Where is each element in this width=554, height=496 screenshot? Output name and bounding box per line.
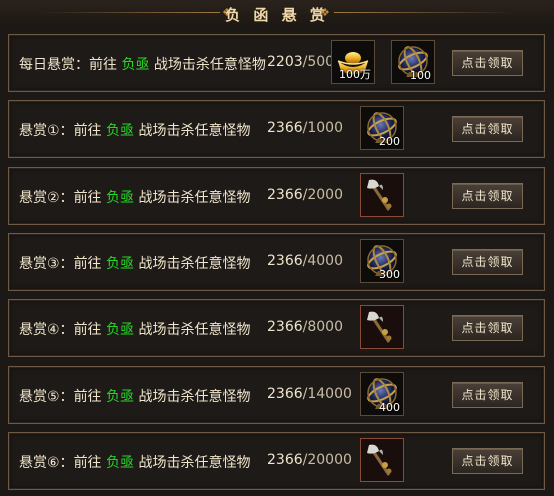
progress-current: 2366 — [267, 386, 303, 402]
task-go: 前往 — [73, 455, 102, 471]
task-prefix: 悬赏①： — [19, 123, 74, 139]
bounty-row: 悬赏⑥：前往 负亟 战场击杀任意怪物 2366/20000 点击领取 — [8, 432, 545, 490]
title-bar: ❖ 负 函 悬 赏 ❖ — [0, 0, 554, 26]
reward-count: 100万 — [339, 68, 371, 81]
task-prefix: 每日悬赏： — [19, 57, 89, 73]
task-location-link[interactable]: 负亟 — [106, 455, 134, 471]
panel-title: 负 函 悬 赏 — [225, 6, 329, 24]
task-location-link[interactable]: 负亟 — [106, 123, 134, 139]
bounty-row: 悬赏①：前往 负亟 战场击杀任意怪物 2366/1000 200 点击领取 — [8, 100, 545, 158]
task-progress: 2366/20000 — [267, 452, 352, 468]
reward-slot[interactable]: 300 — [360, 239, 404, 283]
task-go: 前往 — [89, 57, 117, 73]
bounty-row: 悬赏②：前往 负亟 战场击杀任意怪物 2366/2000 点击领取 — [8, 167, 545, 225]
task-location-link[interactable]: 负亟 — [106, 322, 134, 338]
task-go: 前往 — [73, 123, 102, 139]
reward-slot[interactable]: 200 — [360, 106, 404, 150]
task-progress: 2366/8000 — [267, 319, 343, 335]
progress-current: 2366 — [267, 319, 303, 335]
progress-target: 20000 — [307, 452, 352, 468]
task-description: 悬赏①：前往 负亟 战场击杀任意怪物 — [19, 120, 250, 140]
bounty-row: 悬赏⑤：前往 负亟 战场击杀任意怪物 2366/14000 400 点击领取 — [8, 366, 545, 424]
task-progress: 2366/4000 — [267, 253, 343, 269]
task-progress: 2366/14000 — [267, 386, 352, 402]
bounty-row: 悬赏④：前往 负亟 战场击杀任意怪物 2366/8000 点击领取 — [8, 299, 545, 357]
task-suffix: 战场击杀任意怪物 — [138, 455, 251, 471]
task-go: 前往 — [73, 389, 102, 405]
task-progress: 2366/1000 — [267, 120, 343, 136]
progress-current: 2366 — [267, 120, 303, 136]
task-suffix: 战场击杀任意怪物 — [138, 322, 251, 338]
progress-current: 2366 — [267, 452, 303, 468]
reward-slot[interactable] — [360, 438, 404, 482]
task-suffix: 战场击杀任意怪物 — [138, 190, 251, 206]
bounty-row: 悬赏③：前往 负亟 战场击杀任意怪物 2366/4000 300 点击领取 — [8, 233, 545, 291]
task-progress: 2203/500 — [267, 54, 335, 70]
task-description: 悬赏⑥：前往 负亟 战场击杀任意怪物 — [19, 452, 250, 472]
task-description: 悬赏②：前往 负亟 战场击杀任意怪物 — [19, 187, 250, 207]
task-go: 前往 — [73, 322, 102, 338]
task-location-link[interactable]: 负亟 — [121, 57, 149, 73]
reward-slot[interactable]: 400 — [360, 372, 404, 416]
title-divider-right — [334, 12, 514, 13]
task-location-link[interactable]: 负亟 — [106, 190, 134, 206]
task-prefix: 悬赏③： — [19, 256, 74, 272]
progress-target: 1000 — [307, 120, 343, 136]
claim-button[interactable]: 点击领取 — [452, 50, 523, 76]
bounty-panel: ❖ 负 函 悬 赏 ❖ 每日悬赏：前往 负亟 战场击杀任意怪物 2203/500 1… — [0, 0, 554, 496]
task-suffix: 战场击杀任意怪物 — [138, 256, 251, 272]
reward-slot[interactable]: 100 — [391, 40, 435, 84]
task-prefix: 悬赏⑤： — [19, 389, 74, 405]
reward-slot[interactable]: 100万 — [331, 40, 375, 84]
reward-slot[interactable] — [360, 305, 404, 349]
progress-current: 2366 — [267, 253, 303, 269]
reward-slot[interactable] — [360, 173, 404, 217]
task-description: 悬赏③：前往 负亟 战场击杀任意怪物 — [19, 253, 250, 273]
task-go: 前往 — [73, 256, 102, 272]
progress-current: 2366 — [267, 187, 303, 203]
progress-target: 2000 — [307, 187, 343, 203]
task-description: 每日悬赏：前往 负亟 战场击杀任意怪物 — [19, 54, 266, 74]
task-prefix: 悬赏④： — [19, 322, 74, 338]
task-prefix: 悬赏②： — [19, 190, 74, 206]
task-description: 悬赏⑤：前往 负亟 战场击杀任意怪物 — [19, 386, 250, 406]
task-prefix: 悬赏⑥： — [19, 455, 74, 471]
claim-button[interactable]: 点击领取 — [452, 183, 523, 209]
reward-count: 200 — [379, 135, 400, 148]
progress-target: 8000 — [307, 319, 343, 335]
task-location-link[interactable]: 负亟 — [106, 389, 134, 405]
progress-current: 2203 — [267, 54, 303, 70]
task-suffix: 战场击杀任意怪物 — [138, 389, 251, 405]
bounty-row: 每日悬赏：前往 负亟 战场击杀任意怪物 2203/500 100万 100 点击领取 — [8, 34, 545, 92]
reward-count: 100 — [410, 69, 431, 82]
reward-count: 300 — [379, 268, 400, 281]
task-go: 前往 — [73, 190, 102, 206]
claim-button[interactable]: 点击领取 — [452, 315, 523, 341]
claim-button[interactable]: 点击领取 — [452, 382, 523, 408]
progress-target: 14000 — [307, 386, 352, 402]
task-suffix: 战场击杀任意怪物 — [138, 123, 251, 139]
task-progress: 2366/2000 — [267, 187, 343, 203]
task-suffix: 战场击杀任意怪物 — [153, 57, 266, 73]
task-description: 悬赏④：前往 负亟 战场击杀任意怪物 — [19, 319, 250, 339]
reward-count: 400 — [379, 401, 400, 414]
claim-button[interactable]: 点击领取 — [452, 116, 523, 142]
progress-target: 4000 — [307, 253, 343, 269]
title-ornament-right-icon: ❖ — [320, 6, 330, 19]
task-location-link[interactable]: 负亟 — [106, 256, 134, 272]
claim-button[interactable]: 点击领取 — [452, 249, 523, 275]
claim-button[interactable]: 点击领取 — [452, 448, 523, 474]
